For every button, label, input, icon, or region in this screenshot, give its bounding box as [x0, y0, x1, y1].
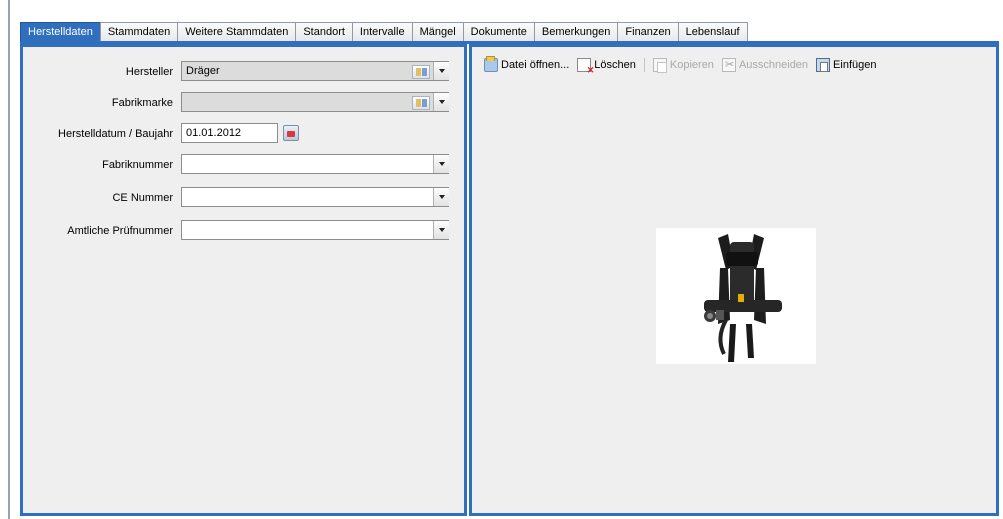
paste-button[interactable]: Einfügen: [816, 58, 876, 72]
fabriknummer-label: Fabriknummer: [102, 159, 173, 171]
image-toolbar: Datei öffnen... Löschen Kopieren Ausschn…: [484, 56, 884, 76]
hersteller-label: Hersteller: [125, 66, 173, 78]
herstelldatum-input[interactable]: 01.01.2012: [181, 123, 278, 143]
breathing-apparatus-image: [704, 234, 782, 362]
tab-maengel[interactable]: Mängel: [411, 22, 464, 41]
copy-button[interactable]: Kopieren: [652, 58, 714, 73]
cut-label: Ausschneiden: [738, 59, 809, 71]
chevron-down-icon[interactable]: [433, 221, 449, 239]
amtliche-pruefnummer-label: Amtliche Prüfnummer: [67, 225, 173, 237]
tab-dokumente[interactable]: Dokumente: [462, 22, 535, 41]
tab-bemerkungen[interactable]: Bemerkungen: [533, 22, 619, 41]
herstelldatum-value: 01.01.2012: [186, 127, 242, 139]
chevron-down-icon[interactable]: [433, 62, 449, 80]
cut-button[interactable]: Ausschneiden: [721, 58, 809, 72]
calendar-icon[interactable]: [283, 125, 299, 141]
delete-button[interactable]: Löschen: [577, 58, 636, 76]
tab-intervalle[interactable]: Intervalle: [351, 22, 413, 41]
tab-weitere-stammdaten[interactable]: Weitere Stammdaten: [177, 22, 297, 41]
paste-label: Einfügen: [833, 59, 877, 71]
ce-nummer-combo[interactable]: [181, 187, 449, 207]
tab-standort[interactable]: Standort: [295, 22, 353, 41]
open-file-label: Datei öffnen...: [501, 59, 570, 71]
tab-stammdaten[interactable]: Stammdaten: [99, 22, 179, 41]
herstelldatum-label: Herstelldatum / Baujahr: [58, 128, 173, 140]
tab-lebenslauf[interactable]: Lebenslauf: [677, 22, 748, 41]
chevron-down-icon[interactable]: [433, 188, 449, 206]
cut-icon: [721, 58, 736, 72]
tab-finanzen[interactable]: Finanzen: [617, 22, 679, 41]
hersteller-field[interactable]: Dräger: [181, 61, 449, 81]
window-left-border: [8, 0, 10, 519]
open-file-button[interactable]: Datei öffnen...: [484, 56, 570, 72]
image-panel: Datei öffnen... Löschen Kopieren Ausschn…: [469, 44, 999, 516]
folder-open-icon: [484, 56, 498, 72]
fabrikmarke-field[interactable]: [181, 92, 449, 112]
tab-bar: Herstelldaten Stammdaten Weitere Stammda…: [20, 22, 748, 42]
delete-label: Löschen: [594, 59, 636, 71]
chevron-down-icon[interactable]: [433, 93, 449, 111]
catalog-lookup-icon[interactable]: [412, 96, 430, 110]
tab-herstelldaten[interactable]: Herstelldaten: [20, 22, 101, 41]
copy-icon: [652, 58, 667, 73]
fabriknummer-combo[interactable]: [181, 154, 449, 174]
amtliche-pruefnummer-combo[interactable]: [181, 220, 449, 240]
fabrikmarke-label: Fabrikmarke: [111, 97, 173, 109]
delete-icon: [577, 58, 594, 76]
chevron-down-icon[interactable]: [433, 155, 449, 173]
copy-label: Kopieren: [669, 59, 714, 71]
ce-nummer-label: CE Nummer: [112, 192, 173, 204]
equipment-photo: [656, 228, 816, 364]
form-panel: Hersteller Dräger Fabrikmarke Herstellda…: [20, 44, 467, 516]
hersteller-value: Dräger: [186, 65, 220, 77]
catalog-lookup-icon[interactable]: [412, 65, 430, 79]
toolbar-separator: [643, 58, 645, 72]
paste-icon: [816, 58, 831, 72]
